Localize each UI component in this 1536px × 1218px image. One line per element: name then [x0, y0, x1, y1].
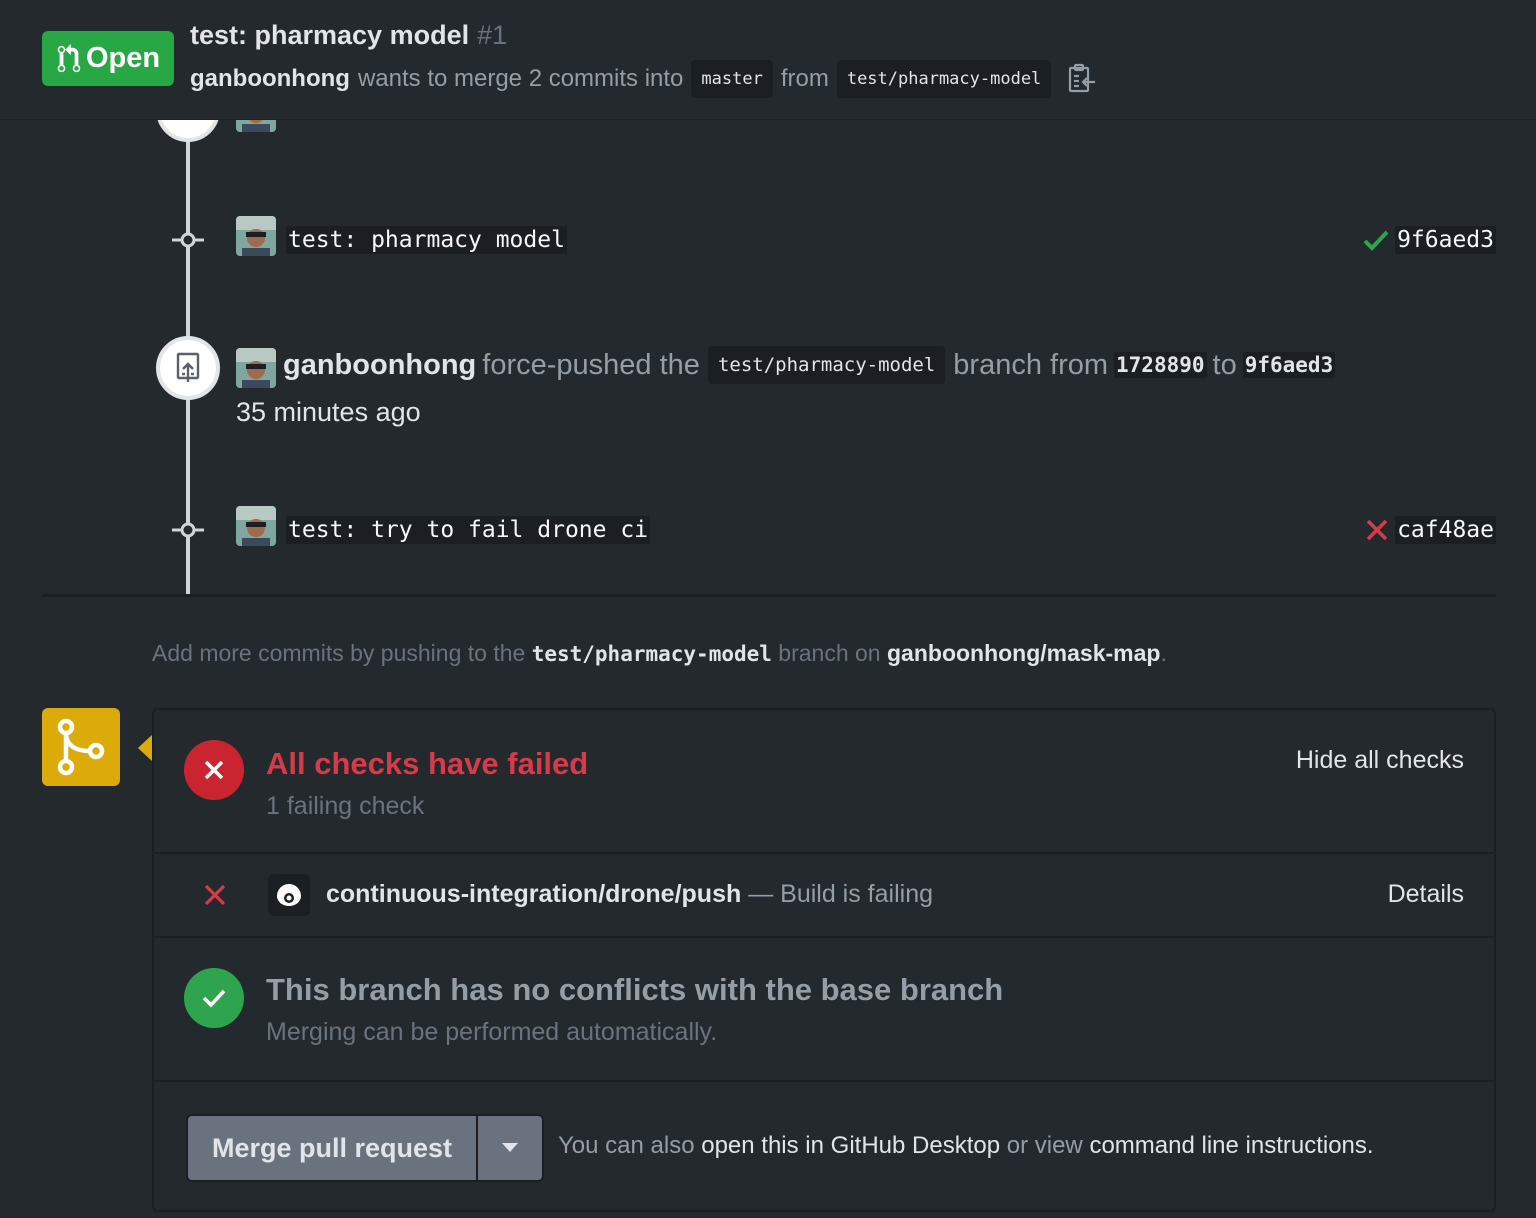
push-hint-prefix: Add more commits by pushing to the [152, 640, 526, 666]
merge-box: All checks have failed 1 failing check H… [152, 708, 1496, 1212]
git-merge-icon [57, 718, 105, 776]
open-in-desktop-link[interactable]: open this in GitHub Desktop [701, 1132, 1000, 1159]
pr-title: test: pharmacy model #1 [190, 20, 507, 51]
check-details-link[interactable]: Details [1388, 880, 1464, 909]
force-push-node [156, 336, 220, 400]
pr-meta: ganboonhong wants to merge 2 commits int… [190, 60, 1097, 98]
force-push-branch-chip[interactable]: test/pharmacy-model [707, 346, 946, 384]
pr-state-label: Open [86, 42, 161, 74]
push-hint-middle: branch on [778, 640, 881, 666]
merge-hint-prefix: You can also [558, 1132, 695, 1159]
merge-status-icon-box [42, 708, 120, 786]
commit-node-icon [172, 232, 204, 248]
checks-title: All checks have failed [266, 746, 589, 781]
merge-hint: You can also open this in GitHub Desktop… [558, 1132, 1374, 1160]
merge-button-group: Merge pull request [186, 1114, 544, 1182]
force-push-author-link[interactable]: ganboonhong [283, 349, 476, 382]
head-branch-chip[interactable]: test/pharmacy-model [836, 60, 1052, 98]
pr-state-badge: Open [42, 31, 174, 86]
push-hint-suffix: . [1160, 640, 1167, 666]
force-push-from-label: branch from [953, 348, 1109, 381]
no-conflicts-title: This branch has no conflicts with the ba… [266, 972, 1004, 1007]
checks-failed-icon [184, 740, 244, 800]
check-name: continuous-integration/drone/push — Buil… [326, 880, 933, 909]
base-branch-chip[interactable]: master [691, 60, 773, 98]
push-hint-branch: test/pharmacy-model [531, 642, 772, 666]
merge-pull-request-button[interactable]: Merge pull request [188, 1116, 478, 1180]
check-row: continuous-integration/drone/push — Buil… [154, 854, 1494, 938]
pr-number: #1 [477, 20, 508, 50]
check-context: continuous-integration/drone/push [326, 880, 742, 908]
repo-push-icon [176, 352, 200, 382]
force-push-avatar[interactable] [236, 348, 276, 388]
checks-subtitle: 1 failing check [266, 792, 425, 820]
git-pull-request-icon [57, 43, 81, 72]
timeline-divider [42, 594, 1496, 597]
commit-status: caf48ae [1365, 516, 1496, 544]
force-push-text: ganboonhong force-pushed the test/pharma… [283, 346, 1341, 384]
force-push-action: force-pushed the [482, 348, 700, 381]
commit-message-link[interactable]: test: try to fail drone ci [286, 516, 651, 544]
merge-hint-view: view [1034, 1132, 1083, 1159]
commit-status: 9f6aed3 [1363, 226, 1496, 254]
pr-meta-text: wants to merge 2 commits into [357, 65, 684, 92]
commit-sha-link[interactable]: caf48ae [1395, 516, 1496, 544]
commit-avatar[interactable] [236, 506, 276, 546]
force-push-to-label: to [1212, 348, 1237, 381]
checks-summary: All checks have failed 1 failing check H… [154, 710, 1494, 854]
pr-header: Open test: pharmacy model #1 ganboonhong … [0, 0, 1536, 120]
commit-sha-link[interactable]: 9f6aed3 [1395, 226, 1496, 254]
commit-node-icon [172, 522, 204, 538]
pr-title-text: test: pharmacy model [190, 20, 470, 50]
no-conflicts-icon [184, 968, 244, 1028]
drone-ci-icon [268, 874, 310, 916]
no-conflicts-subtitle: Merging can be performed automatically. [266, 1018, 718, 1046]
to-sha-link[interactable]: 9f6aed3 [1242, 352, 1336, 378]
x-icon[interactable] [1365, 518, 1389, 542]
merge-hint-suffix: . [1366, 1132, 1374, 1159]
from-sha-link[interactable]: 1728890 [1114, 352, 1207, 378]
command-line-instructions-link[interactable]: command line instructions [1089, 1132, 1366, 1159]
mergeability-section: This branch has no conflicts with the ba… [154, 938, 1494, 1082]
x-icon [204, 884, 226, 906]
check-icon[interactable] [1363, 229, 1389, 251]
force-push-timestamp[interactable]: 35 minutes ago [236, 397, 421, 428]
merge-method-dropdown[interactable] [478, 1116, 542, 1180]
pr-from-text: from [780, 65, 829, 92]
clipboard-copy-icon[interactable] [1067, 63, 1097, 95]
check-description: — Build is failing [748, 880, 934, 908]
triangle-down-icon [502, 1143, 518, 1152]
hide-all-checks-button[interactable]: Hide all checks [1296, 746, 1464, 775]
commit-avatar[interactable] [236, 216, 276, 256]
push-hint: Add more commits by pushing to the test/… [152, 640, 1167, 667]
commit-message-link[interactable]: test: pharmacy model [286, 226, 567, 254]
pr-author-link[interactable]: ganboonhong [190, 65, 350, 93]
merge-hint-or: or [1006, 1132, 1029, 1159]
merge-actions: Merge pull request You can also open thi… [154, 1082, 1494, 1210]
push-hint-repo-link[interactable]: ganboonhong/mask-map [887, 640, 1160, 666]
